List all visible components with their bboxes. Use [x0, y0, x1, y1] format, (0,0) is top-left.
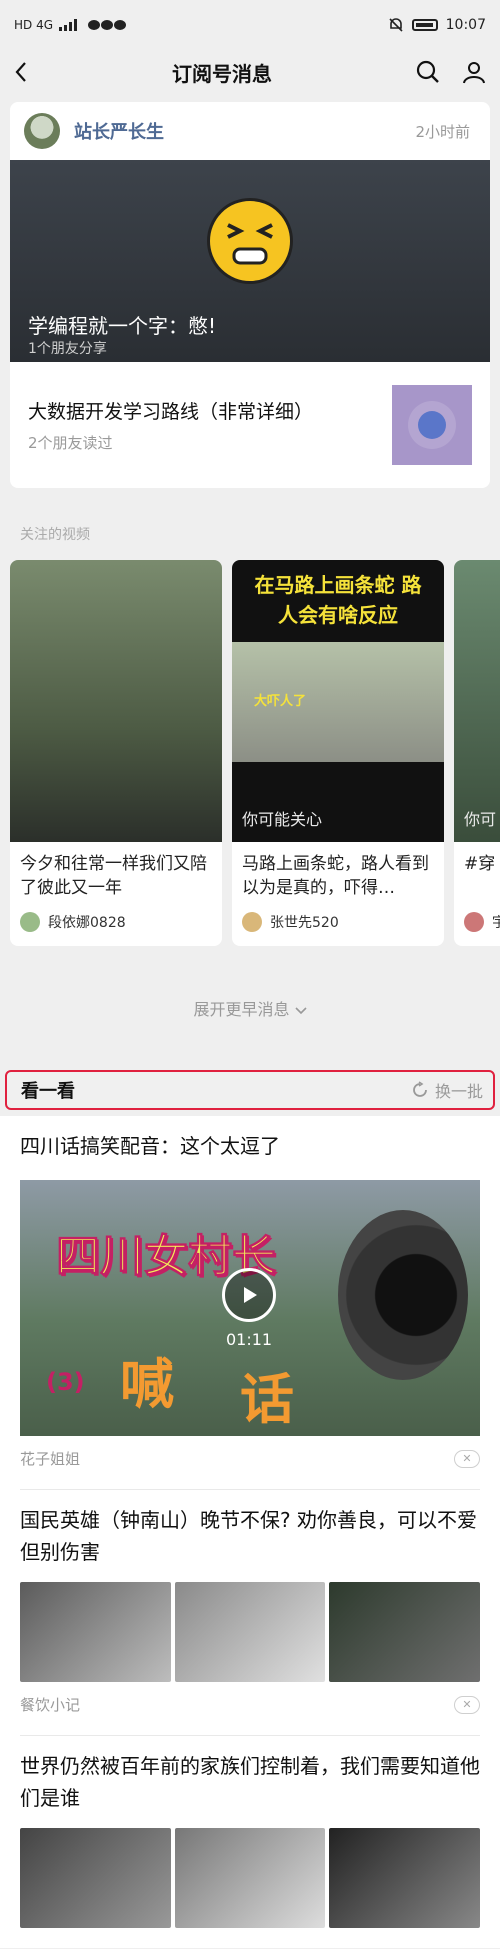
mute-icon	[388, 17, 404, 33]
speaker-image	[338, 1210, 468, 1380]
video-card[interactable]: 你可 #穿 宇	[454, 560, 500, 946]
video-thumbnail: 你可	[454, 560, 500, 842]
refresh-icon	[411, 1081, 429, 1099]
hero-article[interactable]: 学编程就一个字：憋! 1个朋友分享	[10, 160, 490, 362]
post-image	[20, 1828, 171, 1928]
article-thumbnail	[392, 385, 472, 465]
status-time: 10:07	[445, 17, 486, 33]
refresh-label: 换一批	[434, 1082, 483, 1101]
search-icon[interactable]	[416, 60, 440, 84]
author-name: 宇	[492, 915, 500, 931]
article-title: 大数据开发学习路线（非常详细）	[28, 401, 314, 423]
see-header: 看一看 换一批	[5, 1070, 495, 1110]
videos-section-label: 关注的视频	[20, 527, 90, 543]
expand-earlier-button[interactable]: 展开更早消息	[0, 996, 500, 1020]
author-name: 张世先520	[270, 915, 339, 931]
video-episode: (3)	[46, 1368, 85, 1396]
post-title: 国民英雄（钟南山）晚节不保? 劝你善良，可以不爱但别伤害	[20, 1508, 477, 1564]
post-source[interactable]: 餐饮小记	[20, 1694, 80, 1715]
signal-icon	[59, 19, 81, 31]
battery-icon	[411, 19, 438, 31]
post-title: 四川话搞笑配音：这个太逗了	[20, 1134, 280, 1158]
video-thumbnail: 在马路上画条蛇 路人会有啥反应 大吓人了 你可能关心	[232, 560, 444, 842]
post-image	[174, 1828, 326, 1928]
post-time: 2小时前	[415, 122, 470, 141]
overlay-tag: 大吓人了	[254, 694, 307, 709]
wechat-icon	[87, 18, 127, 32]
author-avatar	[242, 912, 262, 932]
post-images	[20, 1828, 481, 1928]
feed-post[interactable]: 世界仍然被百年前的家族们控制着，我们需要知道他们是谁	[20, 1736, 481, 1948]
post-image	[174, 1582, 326, 1682]
profile-icon[interactable]	[462, 60, 486, 84]
post-source[interactable]: 花子姐姐	[20, 1448, 80, 1469]
refresh-button[interactable]: 换一批	[411, 1078, 483, 1102]
expand-label: 展开更早消息	[193, 1000, 290, 1019]
author-name[interactable]: 站长严长生	[74, 118, 164, 144]
post-title: 世界仍然被百年前的家族们控制着，我们需要知道他们是谁	[20, 1754, 480, 1810]
video-caption-1: 喊	[120, 1353, 174, 1416]
video-author[interactable]: 张世先520	[232, 902, 444, 942]
status-network: HD 4G	[14, 18, 54, 32]
hero-subtitle: 1个朋友分享	[28, 341, 107, 357]
post-image	[329, 1828, 481, 1928]
status-bar: HD 4G 10:07	[0, 0, 500, 50]
author-avatar	[20, 912, 40, 932]
video-card[interactable]: 今夕和往常一样我们又陪了彼此又一年 段依娜0828	[10, 560, 222, 946]
feed-post[interactable]: 国民英雄（钟南山）晚节不保? 劝你善良，可以不爱但别伤害 餐饮小记 ✕	[20, 1490, 481, 1736]
play-icon	[244, 1287, 257, 1303]
maybe-label: 你可	[464, 810, 497, 829]
chevron-down-icon	[294, 1007, 307, 1015]
see-title: 看一看	[21, 1081, 75, 1102]
play-button[interactable]	[222, 1268, 276, 1322]
post-image	[329, 1582, 481, 1682]
post-source-row: 花子姐姐 ✕	[20, 1448, 480, 1469]
back-icon[interactable]	[14, 61, 28, 83]
author-avatar[interactable]	[24, 113, 60, 149]
video-thumbnail	[10, 560, 222, 842]
video-author[interactable]: 宇	[454, 902, 500, 942]
nav-bar: 订阅号消息	[0, 50, 500, 94]
post-images	[20, 1582, 481, 1682]
video-title: 马路上画条蛇，路人看到以为是真的，吓得…	[242, 854, 429, 898]
author-avatar	[464, 912, 484, 932]
article-item[interactable]: 大数据开发学习路线（非常详细） 2个朋友读过	[10, 362, 490, 488]
status-right: 10:07	[388, 17, 486, 33]
emoji-icon	[207, 198, 293, 284]
video-card[interactable]: 在马路上画条蛇 路人会有啥反应 大吓人了 你可能关心 马路上画条蛇，路人看到以为…	[232, 560, 444, 946]
video-title: #穿	[464, 854, 496, 874]
maybe-label: 你可能关心	[242, 810, 323, 829]
dismiss-button[interactable]: ✕	[454, 1449, 480, 1468]
video-title: 今夕和往常一样我们又陪了彼此又一年	[20, 854, 207, 898]
overlay-headline: 在马路上画条蛇 路人会有啥反应	[254, 573, 422, 627]
dismiss-button[interactable]: ✕	[454, 1695, 480, 1714]
subscription-card: 站长严长生 2小时前 学编程就一个字：憋! 1个朋友分享 大数据开发学习路线（非…	[10, 102, 490, 488]
author-name: 段依娜0828	[48, 915, 126, 931]
videos-carousel[interactable]: 今夕和往常一样我们又陪了彼此又一年 段依娜0828 在马路上画条蛇 路人会有啥反…	[0, 560, 500, 946]
close-icon: ✕	[462, 1452, 472, 1465]
close-icon: ✕	[462, 1698, 472, 1711]
article-subtitle: 2个朋友读过	[28, 434, 113, 452]
feed-post[interactable]: 四川话搞笑配音：这个太逗了 四川女村长 (3) 喊 话 01:11 花子姐姐 ✕	[20, 1116, 480, 1490]
video-player[interactable]: 四川女村长 (3) 喊 话 01:11	[20, 1180, 480, 1436]
feed: 四川话搞笑配音：这个太逗了 四川女村长 (3) 喊 话 01:11 花子姐姐 ✕…	[0, 1116, 500, 1948]
card-header: 站长严长生 2小时前	[10, 102, 490, 160]
video-caption-2: 话	[240, 1368, 294, 1431]
post-source-row: 餐饮小记 ✕	[20, 1694, 480, 1715]
video-author[interactable]: 段依娜0828	[10, 902, 222, 942]
status-left: HD 4G	[14, 18, 127, 32]
video-duration: 01:11	[226, 1330, 273, 1349]
hero-title: 学编程就一个字：憋!	[28, 314, 217, 338]
post-image	[20, 1582, 171, 1682]
page-title: 订阅号消息	[172, 61, 272, 86]
